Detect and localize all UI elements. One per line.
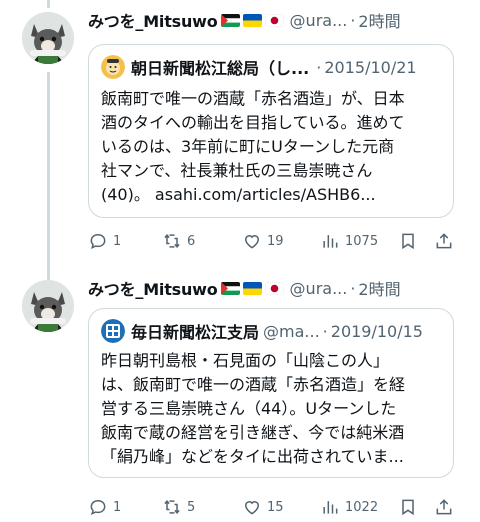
heart-icon xyxy=(244,501,260,515)
separator-dot: · xyxy=(350,10,356,30)
author-name[interactable]: みつを_Mitsuwo xyxy=(88,8,218,32)
reply-icon xyxy=(90,233,106,250)
text-line: 「絹乃峰」などをタイに出荷されていま... xyxy=(101,447,404,466)
retweet-count: 6 xyxy=(187,233,196,249)
bookmark-icon xyxy=(402,499,414,516)
views-count: 1022 xyxy=(345,499,379,515)
text-line: (40)。 asahi.com/articles/ASHB6... xyxy=(101,185,376,204)
quoted-author-name[interactable]: 毎日新聞松江支局 xyxy=(131,319,259,343)
views-icon xyxy=(323,235,338,248)
like-button[interactable]: 19 xyxy=(242,231,284,251)
reply-icon xyxy=(90,499,106,516)
text-line: は、飯南町で唯一の酒蔵「赤名酒造」を経 xyxy=(101,375,406,394)
quoted-avatar[interactable] xyxy=(101,319,125,343)
avatar[interactable] xyxy=(22,280,74,332)
action-bar: 1 6 19 1075 xyxy=(88,230,468,252)
text-line: 飯南町で唯一の酒蔵「赤名酒造」が、日本 xyxy=(101,89,405,108)
flag-emojis xyxy=(220,13,284,27)
retweet-count: 5 xyxy=(187,499,196,515)
author-handle[interactable]: @ura... xyxy=(290,279,348,298)
text-line: 社マンで、社長兼杜氏の三島崇暁さん xyxy=(101,161,373,180)
quoted-tweet-header: 毎日新聞松江支局 @ma... · 2019/10/15 xyxy=(101,319,445,343)
quoted-tweet-text: 昨日朝刊島根・石見面の「山陰この人」 は、飯南町で唯一の酒蔵「赤名酒造」を経 営… xyxy=(101,349,443,469)
tweet-header: みつを_Mitsuwo @ura... · 2時間 xyxy=(88,8,474,32)
like-count: 19 xyxy=(267,233,284,249)
retweet-icon xyxy=(164,499,180,515)
flag-emojis xyxy=(220,281,284,295)
quoted-tweet[interactable]: 毎日新聞松江支局 @ma... · 2019/10/15 昨日朝刊島根・石見面の… xyxy=(88,308,454,478)
timestamp[interactable]: 2時間 xyxy=(358,8,400,32)
share-button[interactable] xyxy=(434,231,454,251)
separator-dot: · xyxy=(316,57,322,77)
action-bar: 1 5 15 1022 xyxy=(88,496,468,518)
ukraine-flag-icon xyxy=(242,13,262,27)
bookmark-icon xyxy=(402,233,414,250)
views-button[interactable]: 1075 xyxy=(320,231,378,251)
text-line: 飯南で蔵の経営を引き継ぎ、今では純米酒 xyxy=(101,423,405,442)
reply-button[interactable]: 1 xyxy=(88,231,121,251)
author-name[interactable]: みつを_Mitsuwo xyxy=(88,276,218,300)
tweet-header: みつを_Mitsuwo @ura... · 2時間 xyxy=(88,276,474,300)
text-line: 昨日朝刊島根・石見面の「山陰この人」 xyxy=(101,351,390,370)
retweet-button[interactable]: 6 xyxy=(162,231,195,251)
quoted-tweet-header: 朝日新聞松江総局（し... · 2015/10/21 xyxy=(101,55,445,79)
separator-dot: · xyxy=(350,278,356,298)
views-button[interactable]: 1022 xyxy=(320,497,378,517)
text-line: 営する三島崇暁さん（44）。Uターンした xyxy=(101,399,397,418)
quoted-date[interactable]: 2015/10/21 xyxy=(324,58,416,77)
bookmark-button[interactable] xyxy=(398,497,418,517)
quoted-tweet[interactable]: 朝日新聞松江総局（し... · 2015/10/21 飯南町で唯一の酒蔵「赤名酒… xyxy=(88,44,454,218)
timestamp[interactable]: 2時間 xyxy=(358,276,400,300)
like-count: 15 xyxy=(267,499,284,515)
ukraine-flag-icon xyxy=(242,281,262,295)
views-count: 1075 xyxy=(345,233,379,249)
views-icon xyxy=(323,501,338,514)
bookmark-button[interactable] xyxy=(398,231,418,251)
quoted-avatar[interactable] xyxy=(101,55,125,79)
author-handle[interactable]: @ura... xyxy=(290,11,348,30)
reply-count: 1 xyxy=(113,499,122,515)
retweet-button[interactable]: 5 xyxy=(162,497,195,517)
share-icon xyxy=(436,499,452,515)
reply-count: 1 xyxy=(113,233,122,249)
share-icon xyxy=(436,233,452,249)
tweet[interactable]: みつを_Mitsuwo @ura... · 2時間 朝日新聞松江総局（し... xyxy=(0,0,480,262)
japan-flag-icon xyxy=(264,281,284,295)
quoted-tweet-text: 飯南町で唯一の酒蔵「赤名酒造」が、日本 酒のタイへの輸出を目指している。進めて … xyxy=(101,87,443,207)
quoted-date[interactable]: 2019/10/15 xyxy=(331,322,423,341)
text-line: 酒のタイへの輸出を目指している。進めて xyxy=(101,113,405,132)
palestine-flag-icon xyxy=(220,13,240,27)
avatar[interactable] xyxy=(22,12,74,64)
quoted-author-name[interactable]: 朝日新聞松江総局（し... xyxy=(131,55,309,79)
retweet-icon xyxy=(164,233,180,249)
quoted-author-handle[interactable]: @ma... xyxy=(263,322,320,341)
share-button[interactable] xyxy=(434,497,454,517)
japan-flag-icon xyxy=(264,13,284,27)
heart-icon xyxy=(244,235,260,249)
tweet[interactable]: みつを_Mitsuwo @ura... · 2時間 毎日新聞松江支局 @ma..… xyxy=(0,262,480,522)
separator-dot: · xyxy=(322,321,328,341)
text-line: いるのは、3年前に町にUターンした元商 xyxy=(101,137,395,156)
like-button[interactable]: 15 xyxy=(242,497,284,517)
palestine-flag-icon xyxy=(220,281,240,295)
reply-button[interactable]: 1 xyxy=(88,497,121,517)
